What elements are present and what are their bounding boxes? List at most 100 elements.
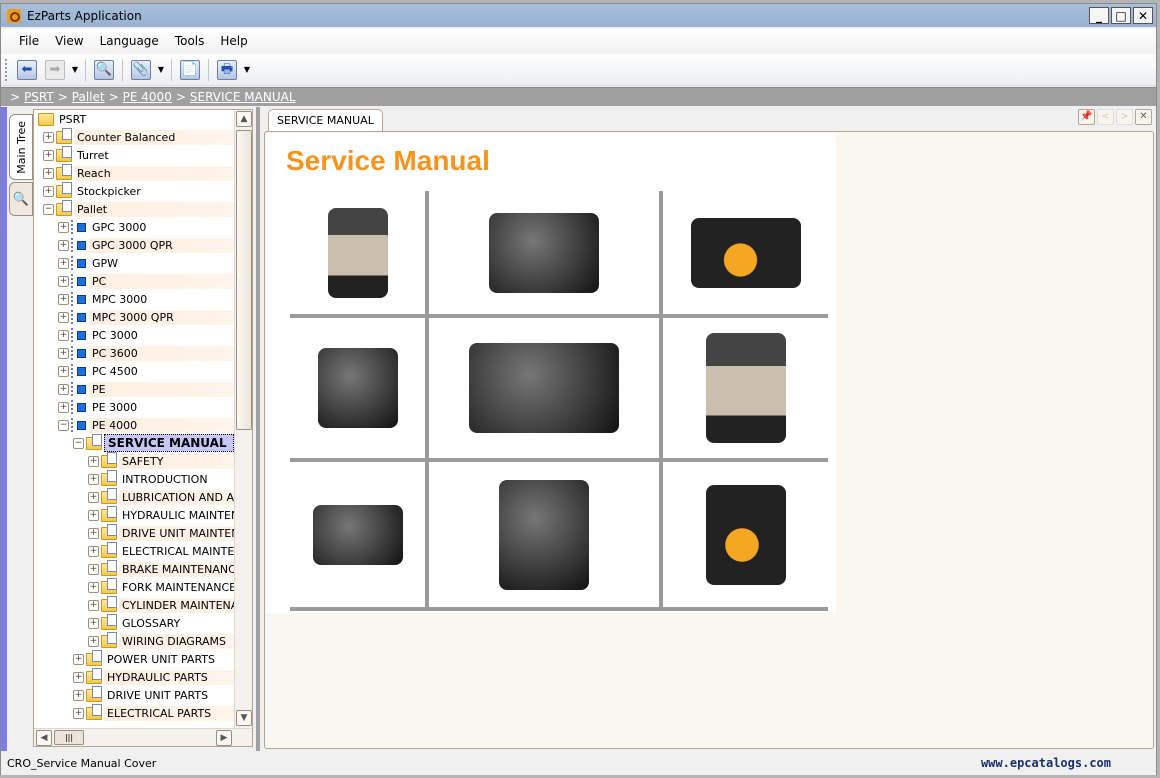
tree-item[interactable]: + HYDRAULIC MAINTENAN [34,505,234,524]
tree-item[interactable]: + PE [34,380,234,398]
tree-item[interactable]: + GPW [34,254,234,272]
expand-icon[interactable]: + [73,689,84,701]
search-document-button[interactable]: 🔍 [91,58,117,82]
expand-icon[interactable]: + [88,635,99,647]
prev-tab-button[interactable]: < [1097,109,1114,125]
tree-item[interactable]: + POWER UNIT PARTS [34,649,234,668]
tree-item[interactable]: + DRIVE UNIT PARTS [34,685,234,704]
next-tab-button[interactable]: > [1116,109,1133,125]
breadcrumb-psrt[interactable]: PSRT [24,90,54,104]
tree-item[interactable]: + Reach [34,163,234,182]
tree-item[interactable]: + WIRING DIAGRAMS [34,631,234,650]
expand-icon[interactable]: + [73,707,84,719]
expand-icon[interactable]: + [88,545,99,557]
tree-item[interactable]: + ELECTRICAL PARTS [34,703,234,722]
tree-item[interactable]: + PE 3000 [34,398,234,416]
close-button[interactable]: ✕ [1133,7,1153,24]
tree-item[interactable]: + PC 3000 [34,326,234,344]
scroll-left-button[interactable]: ◀ [36,730,52,746]
tree-item[interactable]: PSRT [34,110,234,128]
expand-icon[interactable]: + [88,509,99,521]
print-button[interactable]: 🖶 [214,58,240,82]
tab-main-tree[interactable]: Main Tree [9,114,33,180]
toolbar-grip[interactable] [5,58,8,81]
expand-icon[interactable]: + [88,617,99,629]
expand-icon[interactable]: + [58,239,69,251]
expand-icon[interactable]: + [88,563,99,575]
expand-icon[interactable]: + [58,383,69,395]
tree-item[interactable]: + MPC 3000 QPR [34,308,234,326]
maximize-button[interactable]: □ [1111,7,1131,24]
tree-item[interactable]: + DRIVE UNIT MAINTENAN [34,523,234,542]
attach-button[interactable]: 📎 [128,58,154,82]
tree-item[interactable]: − SERVICE MANUAL [34,433,234,452]
expand-icon[interactable]: + [88,473,99,485]
tree-item[interactable]: + HYDRAULIC PARTS [34,667,234,686]
expand-icon[interactable]: + [58,365,69,377]
tab-search[interactable]: 🔍 [9,182,33,216]
minimize-button[interactable]: _ [1089,7,1109,24]
menu-help[interactable]: Help [212,34,255,48]
panel-splitter[interactable] [256,107,260,752]
expand-icon[interactable]: + [58,347,69,359]
collapse-icon[interactable]: − [58,419,69,431]
breadcrumb-pallet[interactable]: Pallet [72,90,105,104]
expand-icon[interactable]: + [73,653,84,665]
breadcrumb-service-manual[interactable]: SERVICE MANUAL [190,90,296,104]
tree-item[interactable]: + SAFETY [34,451,234,470]
menu-view[interactable]: View [47,34,91,48]
history-dropdown-icon[interactable]: ▼ [70,65,80,74]
tree-item[interactable]: + Stockpicker [34,181,234,200]
breadcrumb-pe-4000[interactable]: PE 4000 [123,90,172,104]
print-dropdown-icon[interactable]: ▼ [242,65,252,74]
tab-service-manual[interactable]: SERVICE MANUAL [268,109,383,131]
expand-icon[interactable]: + [88,491,99,503]
tree-item[interactable]: + MPC 3000 [34,290,234,308]
expand-icon[interactable]: + [88,599,99,611]
expand-icon[interactable]: + [58,257,69,269]
expand-icon[interactable]: + [43,185,54,197]
tree-item[interactable]: + INTRODUCTION [34,469,234,488]
tree-item[interactable]: + CYLINDER MAINTENANC [34,595,234,614]
tree-item[interactable]: + BRAKE MAINTENANCE [34,559,234,578]
expand-icon[interactable]: + [58,221,69,233]
attach-dropdown-icon[interactable]: ▼ [156,65,166,74]
tree-item[interactable]: + GLOSSARY [34,613,234,632]
scroll-thumb[interactable] [236,130,252,430]
pin-button[interactable]: 📌 [1078,109,1095,125]
export-button[interactable]: 📄 [177,58,203,82]
expand-icon[interactable]: + [43,149,54,161]
expand-icon[interactable]: + [43,131,54,143]
horizontal-scrollbar[interactable]: ◀ ||| ▶ [34,728,252,746]
tree-item[interactable]: − Pallet [34,199,234,218]
vertical-scrollbar[interactable]: ▲ ▼ [234,110,252,728]
tree-item[interactable]: + PC 4500 [34,362,234,380]
tree-item[interactable]: + PC [34,272,234,290]
scroll-up-button[interactable]: ▲ [236,111,252,127]
tree-item[interactable]: − PE 4000 [34,416,234,434]
back-button[interactable]: ⬅ [14,58,40,82]
expand-icon[interactable]: + [88,581,99,593]
expand-icon[interactable]: + [58,275,69,287]
menu-language[interactable]: Language [92,34,167,48]
scroll-down-button[interactable]: ▼ [236,710,252,726]
expand-icon[interactable]: + [58,401,69,413]
expand-icon[interactable]: + [58,329,69,341]
forward-button[interactable]: ➡ [42,58,68,82]
tree-item[interactable]: + PC 3600 [34,344,234,362]
tree-item[interactable]: + Counter Balanced [34,127,234,146]
menu-tools[interactable]: Tools [167,34,213,48]
tree-item[interactable]: + GPC 3000 [34,218,234,236]
tree-item[interactable]: + ELECTRICAL MAINTENAI [34,541,234,560]
collapse-icon[interactable]: − [43,203,54,215]
tree-item[interactable]: + Turret [34,145,234,164]
tree-item[interactable]: + LUBRICATION AND ADJU [34,487,234,506]
expand-icon[interactable]: + [88,527,99,539]
expand-icon[interactable]: + [58,311,69,323]
menu-file[interactable]: File [11,34,47,48]
scroll-right-button[interactable]: ▶ [216,730,232,746]
expand-icon[interactable]: + [73,671,84,683]
expand-icon[interactable]: + [58,293,69,305]
expand-icon[interactable]: + [43,167,54,179]
close-tab-button[interactable]: ✕ [1135,109,1152,125]
